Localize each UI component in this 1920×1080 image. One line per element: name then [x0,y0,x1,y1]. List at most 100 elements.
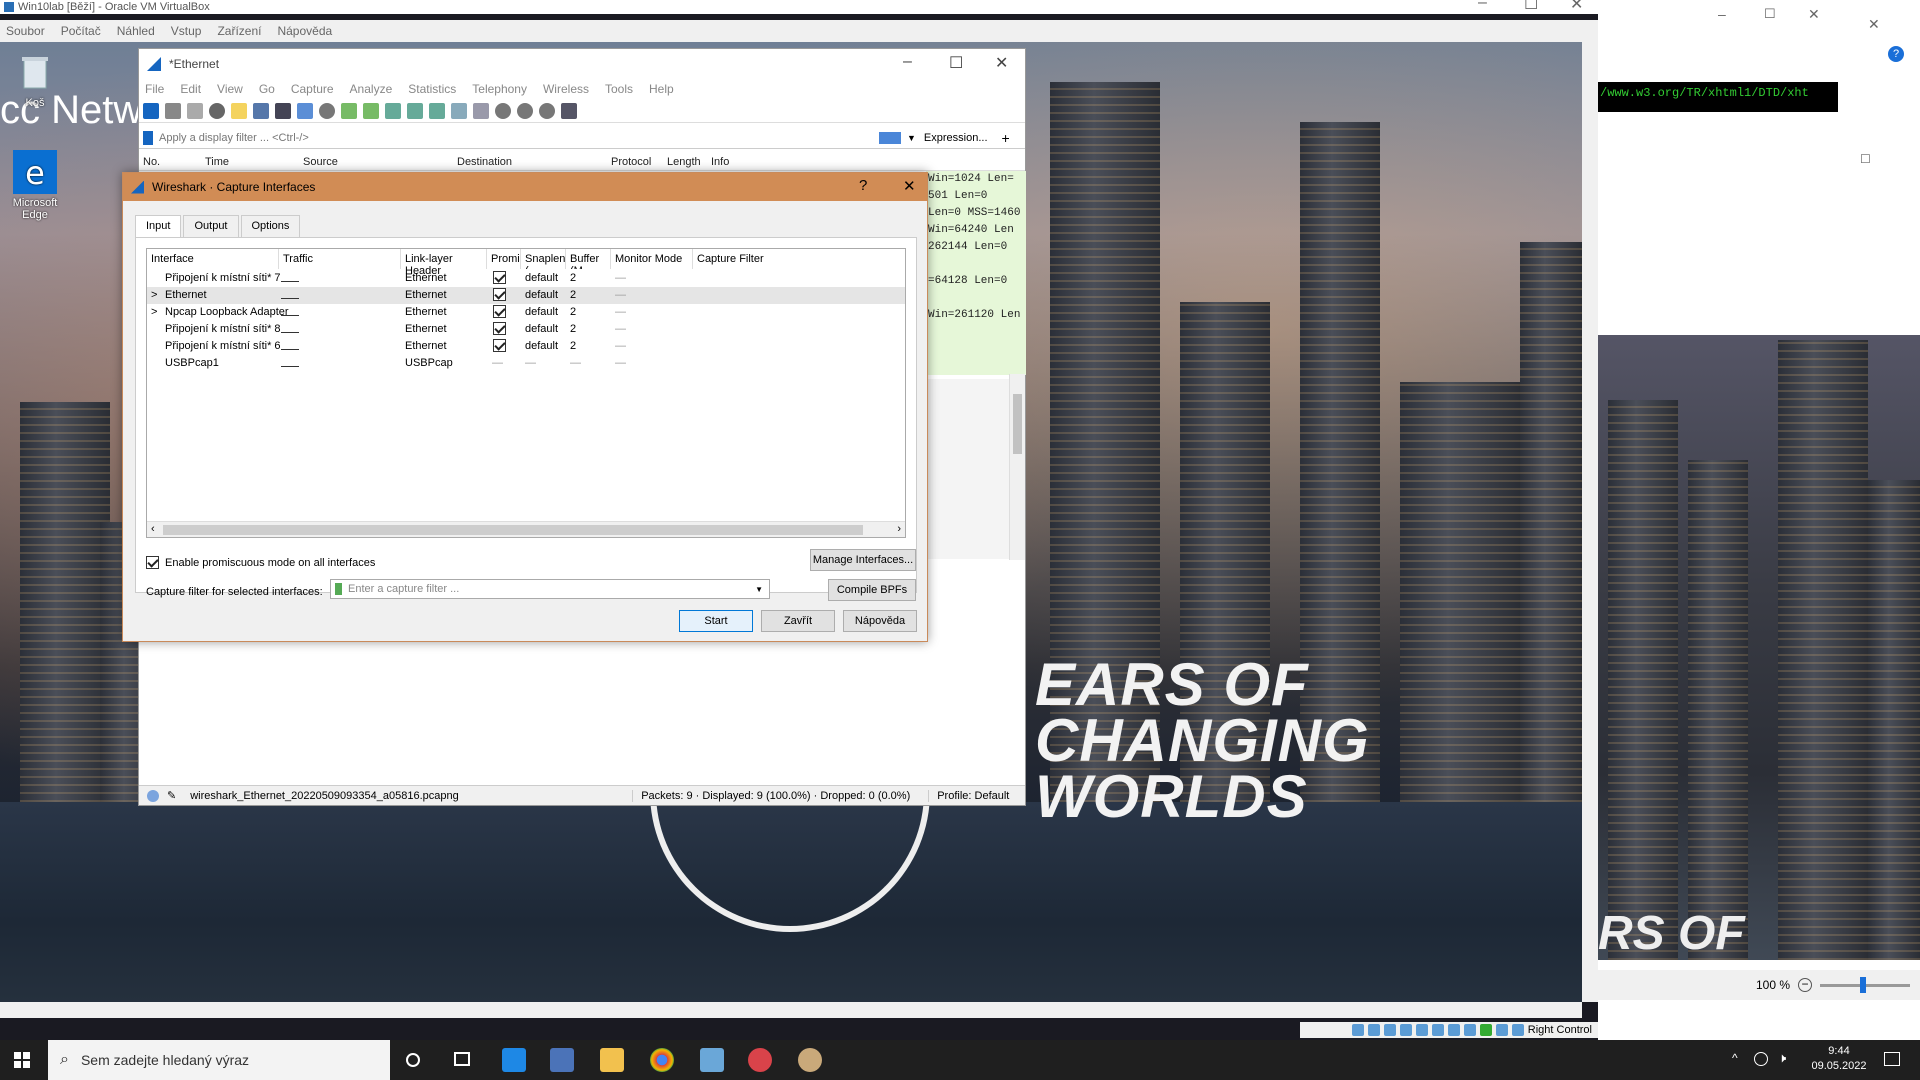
header-traffic[interactable]: Traffic [279,249,401,269]
promiscuous-checkbox[interactable] [493,322,506,335]
interface-row[interactable]: USBPcap1 USBPcap — — — — [147,355,905,372]
recorder-icon[interactable] [748,1048,772,1072]
vbox-menu-soubor[interactable]: Soubor [6,24,45,38]
open-file-icon[interactable] [231,102,247,119]
promiscuous-all-option[interactable]: Enable promiscuous mode on all interface… [146,556,375,569]
promiscuous-checkbox[interactable] [493,339,506,352]
header-link-layer[interactable]: Link-layer Header [401,249,487,277]
hdd-icon[interactable] [1351,1024,1364,1036]
menu-tools[interactable]: Tools [605,82,633,96]
monitor-mode-cell[interactable]: — [615,357,626,369]
table-horizontal-scrollbar[interactable]: ‹ › [147,521,905,537]
clock[interactable]: 9:44 09.05.2022 [1804,1044,1874,1074]
buffer-cell[interactable]: 2 [570,323,576,335]
search-input[interactable]: Sem zadejte hledaný výraz [81,1052,249,1068]
zoom-in-icon[interactable] [495,102,511,119]
optical-drive-icon[interactable] [1367,1024,1380,1036]
link-layer-header[interactable]: Ethernet [405,289,447,301]
recording-icon[interactable] [1463,1024,1476,1036]
minimize-icon[interactable]: – [1478,0,1487,12]
find-packet-icon[interactable] [319,102,335,119]
interface-row[interactable]: > Npcap Loopback Adapter Ethernet default 2 — [147,304,905,321]
buffer-cell[interactable]: 2 [570,289,576,301]
paint-icon[interactable] [798,1048,822,1072]
filter-dropdown-icon[interactable]: ▼ [907,133,916,143]
menu-file[interactable]: File [145,82,164,96]
snaplen-cell[interactable]: default [525,289,558,301]
close-icon[interactable]: ✕ [1868,16,1880,33]
menu-capture[interactable]: Capture [291,82,334,96]
interface-row[interactable]: Připojení k místní síti* 8 Ethernet defaul… [147,321,905,338]
link-layer-header[interactable]: Ethernet [405,306,447,318]
first-packet-icon[interactable] [407,102,423,119]
colorize-icon[interactable] [473,102,489,119]
col-info[interactable]: Info [711,156,729,168]
monitor-mode-cell[interactable]: — [615,340,626,352]
header-capture-filter[interactable]: Capture Filter [693,249,905,269]
interface-row[interactable]: Připojení k místní síti* 7 Ethernet defaul… [147,270,905,287]
recycle-bin-shortcut[interactable]: Koš [0,50,70,109]
last-packet-icon[interactable] [429,102,445,119]
menu-go[interactable]: Go [259,82,275,96]
maximize-icon[interactable]: ☐ [949,53,963,73]
audio-icon[interactable] [1383,1024,1396,1036]
promiscuous-checkbox[interactable] [493,305,506,318]
monitor-mode-cell[interactable]: — [615,323,626,335]
vbox-menu-napoveda[interactable]: Nápověda [277,24,332,38]
buffer-cell[interactable]: 2 [570,272,576,284]
edge-shortcut[interactable]: e Microsoft Edge [0,150,70,221]
close-icon[interactable]: ✕ [1570,0,1583,14]
link-layer-header[interactable]: USBPcap [405,357,453,369]
header-interface[interactable]: Interface [147,249,279,269]
go-to-packet-icon[interactable] [385,102,401,119]
go-forward-icon[interactable] [363,102,379,119]
stop-capture-icon[interactable] [165,102,181,119]
expert-info-icon[interactable] [147,789,159,802]
buffer-cell[interactable]: 2 [570,306,576,318]
apply-filter-icon[interactable] [879,131,901,144]
menu-telephony[interactable]: Telephony [472,82,527,96]
scroll-right-icon[interactable]: › [897,523,901,535]
menu-statistics[interactable]: Statistics [408,82,456,96]
normal-size-icon[interactable] [539,102,555,119]
capture-filter-input[interactable]: Enter a capture filter ... [348,583,755,595]
header-buffer[interactable]: Buffer (M [566,249,611,269]
menu-help[interactable]: Help [649,82,674,96]
restart-capture-icon[interactable] [187,102,203,119]
header-promiscuous[interactable]: Promis [487,249,521,269]
compile-bpfs-button[interactable]: Compile BPFs [828,579,916,601]
keyboard-icon[interactable] [1511,1024,1524,1036]
promiscuous-all-checkbox[interactable] [146,556,159,569]
col-protocol[interactable]: Protocol [611,156,651,168]
start-button[interactable] [14,1052,30,1068]
scroll-left-icon[interactable]: ‹ [151,523,155,535]
packet-list-info-column[interactable]: Win=1024 Len= 501 Len=0 Len=0 MSS=1460 W… [926,171,1026,375]
monitor-mode-cell[interactable]: — [615,289,626,301]
monitor-mode-cell[interactable]: — [615,272,626,284]
col-destination[interactable]: Destination [457,156,512,168]
vbox-menu-vstup[interactable]: Vstup [171,24,202,38]
vbox-horizontal-scrollbar[interactable] [0,1002,1582,1018]
minimize-icon[interactable]: – [903,53,912,71]
display-icon[interactable] [1447,1024,1460,1036]
expression-button[interactable]: Expression... [924,132,988,144]
start-button[interactable]: Start [679,610,753,632]
reload-icon[interactable] [297,102,313,119]
help-icon[interactable]: ? [1888,46,1904,62]
mouse-integration-icon[interactable] [1495,1024,1508,1036]
show-hidden-icons[interactable]: ^ [1732,1051,1738,1065]
manage-interfaces-button[interactable]: Manage Interfaces... [810,549,916,571]
shared-folders-icon[interactable] [1431,1024,1444,1036]
buffer-cell[interactable]: 2 [570,340,576,352]
vbox-menu-zarizeni[interactable]: Zařízení [217,24,261,38]
menu-edit[interactable]: Edit [180,82,201,96]
vbox-menu-pocitac[interactable]: Počítač [61,24,101,38]
host-key-label[interactable]: Right Control [1528,1024,1592,1036]
expand-arrow-icon[interactable]: > [151,289,157,301]
tab-output[interactable]: Output [183,215,239,237]
header-snaplen[interactable]: Snaplen ( [521,249,566,269]
vbox-menu-nahled[interactable]: Náhled [117,24,155,38]
capture-comment-icon[interactable]: ✎ [167,789,176,802]
mail-icon[interactable] [502,1048,526,1072]
cortana-icon[interactable] [406,1053,420,1067]
